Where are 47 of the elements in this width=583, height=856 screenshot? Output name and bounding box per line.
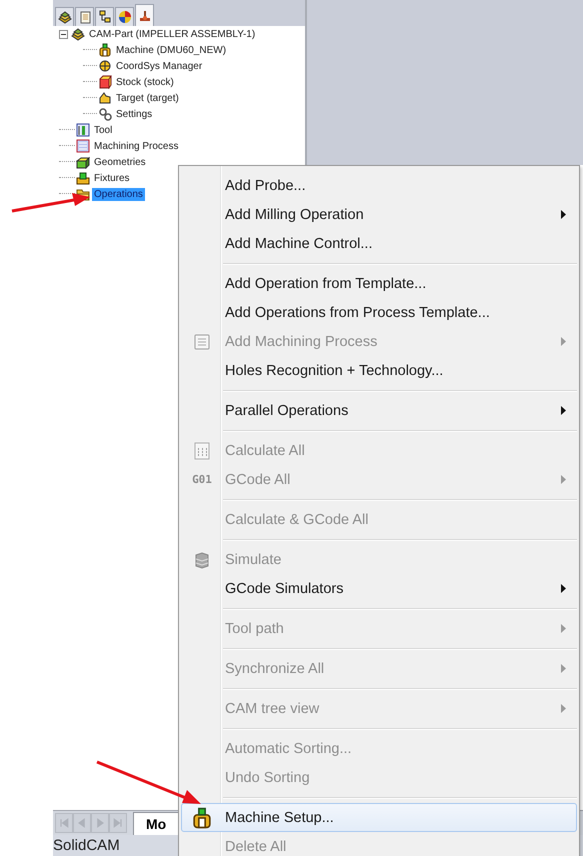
fixture-icon [76, 171, 90, 185]
tree-item[interactable]: Settings [114, 108, 154, 120]
panel-tab[interactable] [115, 7, 134, 26]
stack-icon [193, 550, 211, 568]
tree-item[interactable]: Operations [92, 188, 145, 200]
part-icon [58, 10, 72, 24]
cube-icon [98, 75, 112, 89]
tree-item[interactable]: CoordSys Manager [114, 60, 204, 72]
tool-icon [76, 123, 90, 137]
machine-icon [191, 806, 213, 828]
tree-item[interactable]: Stock (stock) [114, 76, 176, 88]
tree-item[interactable]: Machining Process [92, 140, 180, 152]
hierarchy-icon [98, 10, 112, 24]
machine-tool-icon [138, 8, 152, 22]
menu-item[interactable]: Holes Recognition + Technology... [181, 356, 577, 385]
panel-tab[interactable] [135, 4, 154, 26]
tree-item[interactable]: CAM-Part (IMPELLER ASSEMBLY-1) [87, 28, 258, 40]
target-icon [98, 59, 112, 73]
tree-item[interactable]: Machine (DMU60_NEW) [114, 44, 228, 56]
grid-icon [193, 442, 211, 460]
list-icon [76, 139, 90, 153]
panel-tab[interactable] [75, 7, 94, 26]
tree-item[interactable]: Geometries [92, 156, 148, 168]
part-icon [98, 91, 112, 105]
tab[interactable]: Mo [133, 812, 180, 835]
collapse-toggle[interactable] [59, 30, 68, 38]
machine-icon [98, 43, 112, 57]
menu-item[interactable]: Machine Setup... [181, 803, 577, 832]
menu-item[interactable]: Add Milling Operation [181, 200, 577, 229]
tree-item[interactable]: Tool [92, 124, 114, 136]
document-icon [78, 10, 92, 24]
tree-item[interactable]: Fixtures [92, 172, 132, 184]
panel-tab[interactable] [55, 7, 74, 26]
color-ball-icon [118, 10, 132, 24]
gears-icon [98, 107, 112, 121]
part-icon [71, 27, 85, 41]
menu-item[interactable]: GCode Simulators [181, 574, 577, 603]
menu-item[interactable]: Add Probe... [181, 171, 577, 200]
box-icon [76, 155, 90, 169]
list-icon [193, 332, 211, 350]
menu-item[interactable]: Add Operations from Process Template... [181, 298, 577, 327]
panel-tab[interactable] [95, 7, 114, 26]
code-icon: G01 [192, 473, 212, 486]
menu-item[interactable]: Add Machine Control... [181, 229, 577, 258]
menu-item[interactable]: Add Operation from Template... [181, 269, 577, 298]
menu-item[interactable]: Parallel Operations [181, 396, 577, 425]
tree-item[interactable]: Target (target) [114, 92, 181, 104]
